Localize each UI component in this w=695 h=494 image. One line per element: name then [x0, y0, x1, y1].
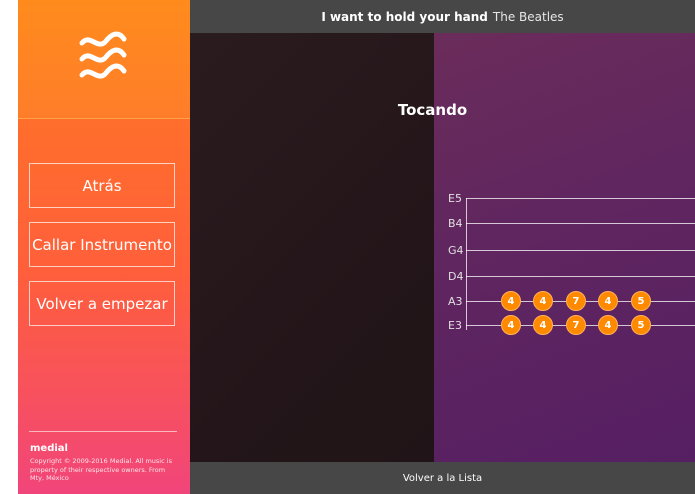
copyright-text: Copyright © 2009-2016 Medial. All music …: [30, 457, 172, 483]
waves-icon: [79, 31, 127, 79]
note-a3-5: 5: [631, 291, 651, 311]
brand-name: medial: [30, 443, 68, 454]
string-label-e3: E3: [448, 319, 462, 332]
string-label-e5: E5: [448, 192, 462, 205]
tab-start-line: [466, 198, 467, 330]
note-a3-3: 7: [566, 291, 586, 311]
string-label-a3: A3: [448, 295, 463, 308]
song-title: I want to hold your hand: [321, 9, 488, 24]
logo-area: [18, 0, 190, 119]
player-stage: [190, 33, 695, 462]
tab-panel: [434, 33, 695, 462]
string-label-d4: D4: [448, 270, 464, 283]
restart-button[interactable]: Volver a empezar: [29, 281, 175, 326]
back-to-list-label: Volver a la Lista: [402, 472, 483, 484]
note-e3-3: 7: [566, 315, 586, 335]
string-line-e5: [466, 198, 695, 199]
note-e3-1: 4: [501, 315, 521, 335]
string-label-g4: G4: [448, 244, 464, 257]
sidebar: Atrás Callar Instrumento Volver a empeza…: [18, 0, 190, 494]
note-a3-2: 4: [533, 291, 553, 311]
string-line-d4: [466, 276, 695, 277]
note-a3-4: 4: [598, 291, 618, 311]
note-e3-5: 5: [631, 315, 651, 335]
string-line-g4: [466, 250, 695, 251]
string-label-b4: B4: [448, 217, 463, 230]
note-e3-2: 4: [533, 315, 553, 335]
string-line-b4: [466, 223, 695, 224]
song-header: I want to hold your hand The Beatles: [190, 0, 695, 33]
note-e3-4: 4: [598, 315, 618, 335]
artist-name: The Beatles: [492, 9, 564, 24]
mute-instrument-button[interactable]: Callar Instrumento: [29, 222, 175, 267]
back-button[interactable]: Atrás: [29, 163, 175, 208]
sidebar-divider: [29, 431, 177, 432]
back-to-list-button[interactable]: Volver a la Lista: [190, 462, 695, 494]
playback-status: Tocando: [397, 101, 468, 119]
note-a3-1: 4: [501, 291, 521, 311]
